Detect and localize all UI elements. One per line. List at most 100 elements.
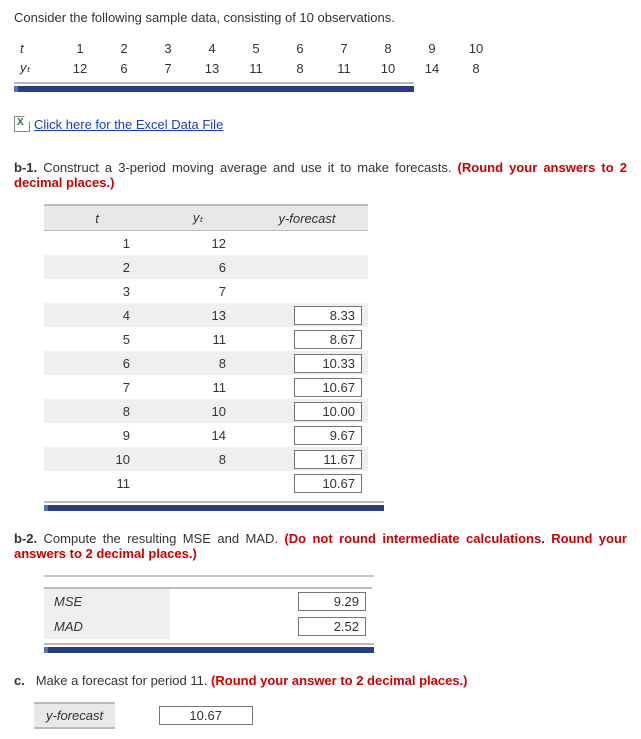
table-row: 11 10.67	[44, 471, 368, 495]
table-row: MSE 9.29	[44, 588, 372, 614]
col-t: t	[44, 205, 150, 231]
metric-label: MSE	[44, 588, 170, 614]
row-label-yt: yₜ	[14, 58, 58, 78]
metric-value: 9.29	[292, 588, 372, 614]
data-cell: 6	[278, 39, 322, 58]
data-cell: 8	[454, 58, 498, 78]
forecast-cell: 11.67	[246, 447, 368, 471]
yt-cell: 10	[150, 399, 246, 423]
t-cell: 6	[44, 351, 150, 375]
data-cell: 7	[146, 58, 190, 78]
t-cell: 11	[44, 471, 150, 495]
excel-file-link-text: Click here for the Excel Data File	[34, 117, 223, 132]
col-yt: yₜ	[150, 205, 246, 231]
table-row: 37	[44, 279, 368, 303]
data-cell: 5	[234, 39, 278, 58]
mse-mad-table: MSE 9.29 MAD 2.52	[44, 587, 372, 639]
sample-data-table: t12345678910 yₜ1267131181110148	[14, 39, 498, 78]
spacer	[170, 614, 292, 639]
forecast-input[interactable]: 11.67	[294, 450, 362, 469]
divider	[44, 501, 384, 511]
data-cell: 12	[58, 58, 102, 78]
table-row: 26	[44, 255, 368, 279]
t-cell: 1	[44, 231, 150, 256]
yt-cell: 12	[150, 231, 246, 256]
table-row: 71110.67	[44, 375, 368, 399]
metric-input[interactable]: 9.29	[298, 592, 366, 611]
yt-cell: 14	[150, 423, 246, 447]
t-cell: 2	[44, 255, 150, 279]
yt-cell	[150, 471, 246, 495]
part-c-label: c.	[14, 673, 25, 688]
table-row: 68 10.33	[44, 351, 368, 375]
forecast-cell: 10.33	[246, 351, 368, 375]
metric-input[interactable]: 2.52	[298, 617, 366, 636]
forecast-input[interactable]: 8.33	[294, 306, 362, 325]
yt-cell: 7	[150, 279, 246, 303]
part-c-text: Make a forecast for period 11.	[36, 673, 211, 688]
data-cell: 10	[366, 58, 410, 78]
part-c-instr: (Round your answer to 2 decimal places.)	[211, 673, 467, 688]
data-cell: 11	[322, 58, 366, 78]
yt-cell: 6	[150, 255, 246, 279]
data-cell: 11	[234, 58, 278, 78]
data-cell: 6	[102, 58, 146, 78]
divider	[14, 82, 414, 92]
data-cell: 7	[322, 39, 366, 58]
t-cell: 4	[44, 303, 150, 327]
forecast-cell	[246, 255, 368, 279]
excel-file-link[interactable]: Click here for the Excel Data File	[14, 116, 223, 132]
forecast-cell: 8.67	[246, 327, 368, 351]
question-prompt: Consider the following sample data, cons…	[14, 10, 627, 25]
forecast-input[interactable]: 8.67	[294, 330, 362, 349]
yt-cell: 8	[150, 351, 246, 375]
data-cell: 13	[190, 58, 234, 78]
forecast-input[interactable]: 9.67	[294, 426, 362, 445]
forecast-input[interactable]: 10.67	[294, 378, 362, 397]
forecast-cell	[246, 279, 368, 303]
excel-icon	[14, 116, 30, 132]
metric-label: MAD	[44, 614, 170, 639]
forecast-cell: 10.67	[246, 471, 368, 495]
divider	[44, 643, 374, 653]
data-cell: 14	[410, 58, 454, 78]
col-yforecast: y-forecast	[246, 205, 368, 231]
data-cell: 9	[410, 39, 454, 58]
forecast-cell	[246, 231, 368, 256]
forecast-cell: 10.00	[246, 399, 368, 423]
part-b2-label: b-2.	[14, 531, 37, 546]
forecast-cell: 8.33	[246, 303, 368, 327]
row-label-t: t	[14, 39, 58, 58]
moving-average-table: t yₜ y-forecast 11226374138.335118.67681…	[44, 204, 368, 495]
data-cell: 4	[190, 39, 234, 58]
data-cell: 1	[58, 39, 102, 58]
t-cell: 9	[44, 423, 150, 447]
data-cell: 8	[366, 39, 410, 58]
t-cell: 10	[44, 447, 150, 471]
table-row: MAD 2.52	[44, 614, 372, 639]
t-cell: 5	[44, 327, 150, 351]
part-b1-label: b-1.	[14, 160, 37, 175]
data-cell: 3	[146, 39, 190, 58]
table-row: 112	[44, 231, 368, 256]
forecast-input[interactable]: 10.33	[294, 354, 362, 373]
yt-cell: 11	[150, 327, 246, 351]
table-row: 511 8.67	[44, 327, 368, 351]
yforecast-label: y-forecast	[34, 702, 115, 729]
forecast-input[interactable]: 10.67	[294, 474, 362, 493]
data-cell: 10	[454, 39, 498, 58]
forecast-cell: 9.67	[246, 423, 368, 447]
table-row: 4138.33	[44, 303, 368, 327]
table-row: 108 11.67	[44, 447, 368, 471]
part-b2-text: Compute the resulting MSE and MAD.	[44, 531, 285, 546]
yt-cell: 8	[150, 447, 246, 471]
t-cell: 3	[44, 279, 150, 303]
yforecast-value[interactable]: 10.67	[159, 706, 253, 725]
t-cell: 8	[44, 399, 150, 423]
metric-value: 2.52	[292, 614, 372, 639]
forecast-cell: 10.67	[246, 375, 368, 399]
forecast-input[interactable]: 10.00	[294, 402, 362, 421]
data-cell: 2	[102, 39, 146, 58]
data-cell: 8	[278, 58, 322, 78]
spacer	[170, 588, 292, 614]
